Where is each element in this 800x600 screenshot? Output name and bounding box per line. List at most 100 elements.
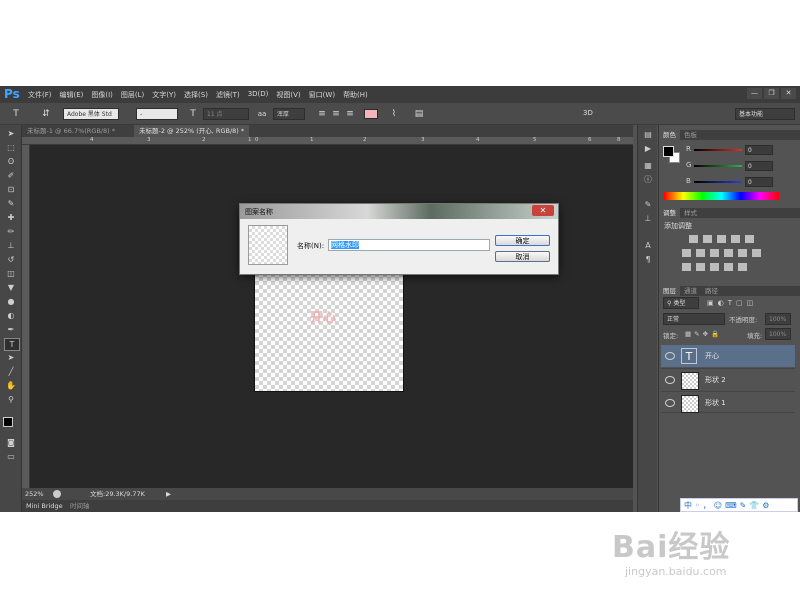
eye-icon[interactable]	[665, 376, 675, 384]
layer-filter-select[interactable]: ⚲ 类型	[663, 297, 699, 309]
text-color-swatch[interactable]	[364, 109, 378, 119]
lasso-tool-icon[interactable]: ʘ	[4, 156, 18, 167]
black-white-icon[interactable]	[710, 249, 719, 257]
eye-icon[interactable]	[665, 399, 675, 407]
layers-tab[interactable]: 图层	[659, 286, 680, 296]
document-tab-1[interactable]: 未标题-1 @ 66.7%(RGB/8) *	[22, 125, 120, 137]
eyedropper-tool-icon[interactable]: ✎	[4, 198, 18, 209]
eye-icon[interactable]	[665, 352, 675, 360]
type-tool-preset-icon[interactable]: T	[10, 108, 22, 120]
font-style-select[interactable]: -	[136, 108, 178, 120]
font-size-select[interactable]: 11 点	[203, 108, 249, 120]
menu-layer[interactable]: 图层(L)	[121, 90, 144, 100]
lock-icons[interactable]: ▦✎✥🔒	[685, 330, 722, 338]
workspace-select[interactable]: 基本功能	[735, 108, 795, 120]
healing-tool-icon[interactable]: ✚	[4, 212, 18, 223]
menu-image[interactable]: 图像(I)	[91, 90, 113, 100]
brush-tool-icon[interactable]: ✏	[4, 226, 18, 237]
warp-text-icon[interactable]: ⌇	[388, 108, 400, 120]
channel-r-slider[interactable]	[694, 149, 742, 151]
history-panel-icon[interactable]: ▤	[642, 130, 654, 140]
paths-tab[interactable]: 路径	[701, 286, 722, 296]
align-right-icon[interactable]: ≡	[344, 108, 356, 120]
quick-mask-icon[interactable]: ◙	[4, 437, 18, 448]
gradient-map-icon[interactable]	[724, 263, 733, 271]
document-canvas[interactable]: 开心	[255, 269, 403, 391]
quick-select-tool-icon[interactable]: ✐	[4, 170, 18, 181]
color-tab[interactable]: 颜色	[659, 130, 680, 140]
invert-icon[interactable]	[682, 263, 691, 271]
character-panel-icon-dock[interactable]: A	[642, 241, 654, 251]
restore-button[interactable]: ❐	[764, 88, 779, 99]
menu-edit[interactable]: 编辑(E)	[60, 90, 84, 100]
pattern-name-input[interactable]: 网格水印	[328, 239, 490, 251]
blur-tool-icon[interactable]: ●	[4, 296, 18, 307]
ime-skin-icon[interactable]: 👕	[749, 501, 759, 510]
curves-icon[interactable]	[717, 235, 726, 243]
hue-saturation-icon[interactable]	[682, 249, 691, 257]
ime-mode-icon[interactable]: 中	[684, 500, 692, 511]
color-spectrum[interactable]	[664, 192, 779, 200]
close-window-button[interactable]: ✕	[781, 88, 796, 99]
color-lookup-icon[interactable]	[752, 249, 761, 257]
channel-r-value[interactable]: 0	[745, 145, 773, 155]
layer-row-shape-1[interactable]: 形状 1	[661, 391, 795, 413]
photo-filter-icon[interactable]	[724, 249, 733, 257]
menu-help[interactable]: 帮助(H)	[343, 90, 368, 100]
mini-bridge-tab[interactable]: Mini Bridge	[26, 500, 63, 512]
font-family-select[interactable]: Adobe 黑体 Std	[63, 108, 119, 120]
character-panel-icon[interactable]: ▤	[413, 108, 425, 120]
ime-handwrite-icon[interactable]: ✎	[740, 501, 747, 510]
type-tool-icon[interactable]: T	[4, 338, 20, 351]
ime-punctuation-icon[interactable]: ，	[703, 500, 711, 511]
menu-filter[interactable]: 滤镜(T)	[216, 90, 240, 100]
path-select-tool-icon[interactable]: ➤	[4, 352, 18, 363]
layer-row-shape-2[interactable]: 形状 2	[661, 368, 795, 390]
eraser-tool-icon[interactable]: ◫	[4, 268, 18, 279]
styles-tab[interactable]: 样式	[680, 208, 701, 218]
align-left-icon[interactable]: ≡	[316, 108, 328, 120]
menu-select[interactable]: 选择(S)	[184, 90, 208, 100]
posterize-icon[interactable]	[696, 263, 705, 271]
brightness-icon[interactable]	[689, 235, 698, 243]
ime-dot-icon[interactable]: ◦	[695, 501, 700, 510]
move-tool-icon[interactable]: ➤	[4, 128, 18, 139]
cancel-button[interactable]: 取消	[495, 251, 550, 262]
menu-3d[interactable]: 3D(D)	[248, 90, 269, 100]
ime-emoji-icon[interactable]: ☺	[714, 501, 722, 510]
levels-icon[interactable]	[703, 235, 712, 243]
ime-settings-icon[interactable]: ⚙	[762, 501, 769, 510]
dodge-tool-icon[interactable]: ◐	[4, 310, 18, 321]
properties-panel-icon[interactable]: ▦	[642, 161, 654, 171]
channel-mixer-icon[interactable]	[738, 249, 747, 257]
channel-b-slider[interactable]	[694, 181, 742, 183]
marquee-tool-icon[interactable]: ⬚	[4, 142, 18, 153]
menu-type[interactable]: 文字(Y)	[152, 90, 176, 100]
fg-color-swatch[interactable]	[663, 146, 674, 157]
hand-tool-icon[interactable]: ✋	[4, 380, 18, 391]
paragraph-panel-icon[interactable]: ¶	[642, 255, 654, 265]
shape-tool-icon[interactable]: ╱	[4, 366, 18, 377]
channel-g-value[interactable]: 0	[745, 161, 773, 171]
info-panel-icon[interactable]: ⓘ	[642, 175, 654, 185]
brush-panel-icon[interactable]: ✎	[642, 200, 654, 210]
actions-panel-icon[interactable]: ▶	[642, 144, 654, 154]
minimize-button[interactable]: —	[747, 88, 762, 99]
zoom-tool-icon[interactable]: ⚲	[4, 394, 18, 405]
menu-view[interactable]: 视图(V)	[276, 90, 300, 100]
screen-mode-icon[interactable]: ▭	[4, 451, 18, 462]
document-tab-2[interactable]: 未标题-2 @ 252% (开心, RGB/8) *	[134, 125, 250, 137]
timeline-tab[interactable]: 时间轴	[70, 500, 90, 512]
clone-stamp-tool-icon[interactable]: ⊥	[4, 240, 18, 251]
menu-file[interactable]: 文件(F)	[28, 90, 52, 100]
channels-tab[interactable]: 通道	[680, 286, 701, 296]
color-balance-icon[interactable]	[696, 249, 705, 257]
dialog-close-button[interactable]: ✕	[532, 205, 554, 216]
selective-color-icon[interactable]	[738, 263, 747, 271]
zoom-level[interactable]: 252%	[25, 488, 44, 500]
foreground-color-swatch[interactable]	[3, 417, 13, 427]
layer-row-text[interactable]: T 开心	[661, 345, 795, 367]
3d-mode-label[interactable]: 3D	[583, 109, 593, 117]
channel-b-value[interactable]: 0	[745, 177, 773, 187]
ime-keyboard-icon[interactable]: ⌨	[725, 501, 737, 510]
